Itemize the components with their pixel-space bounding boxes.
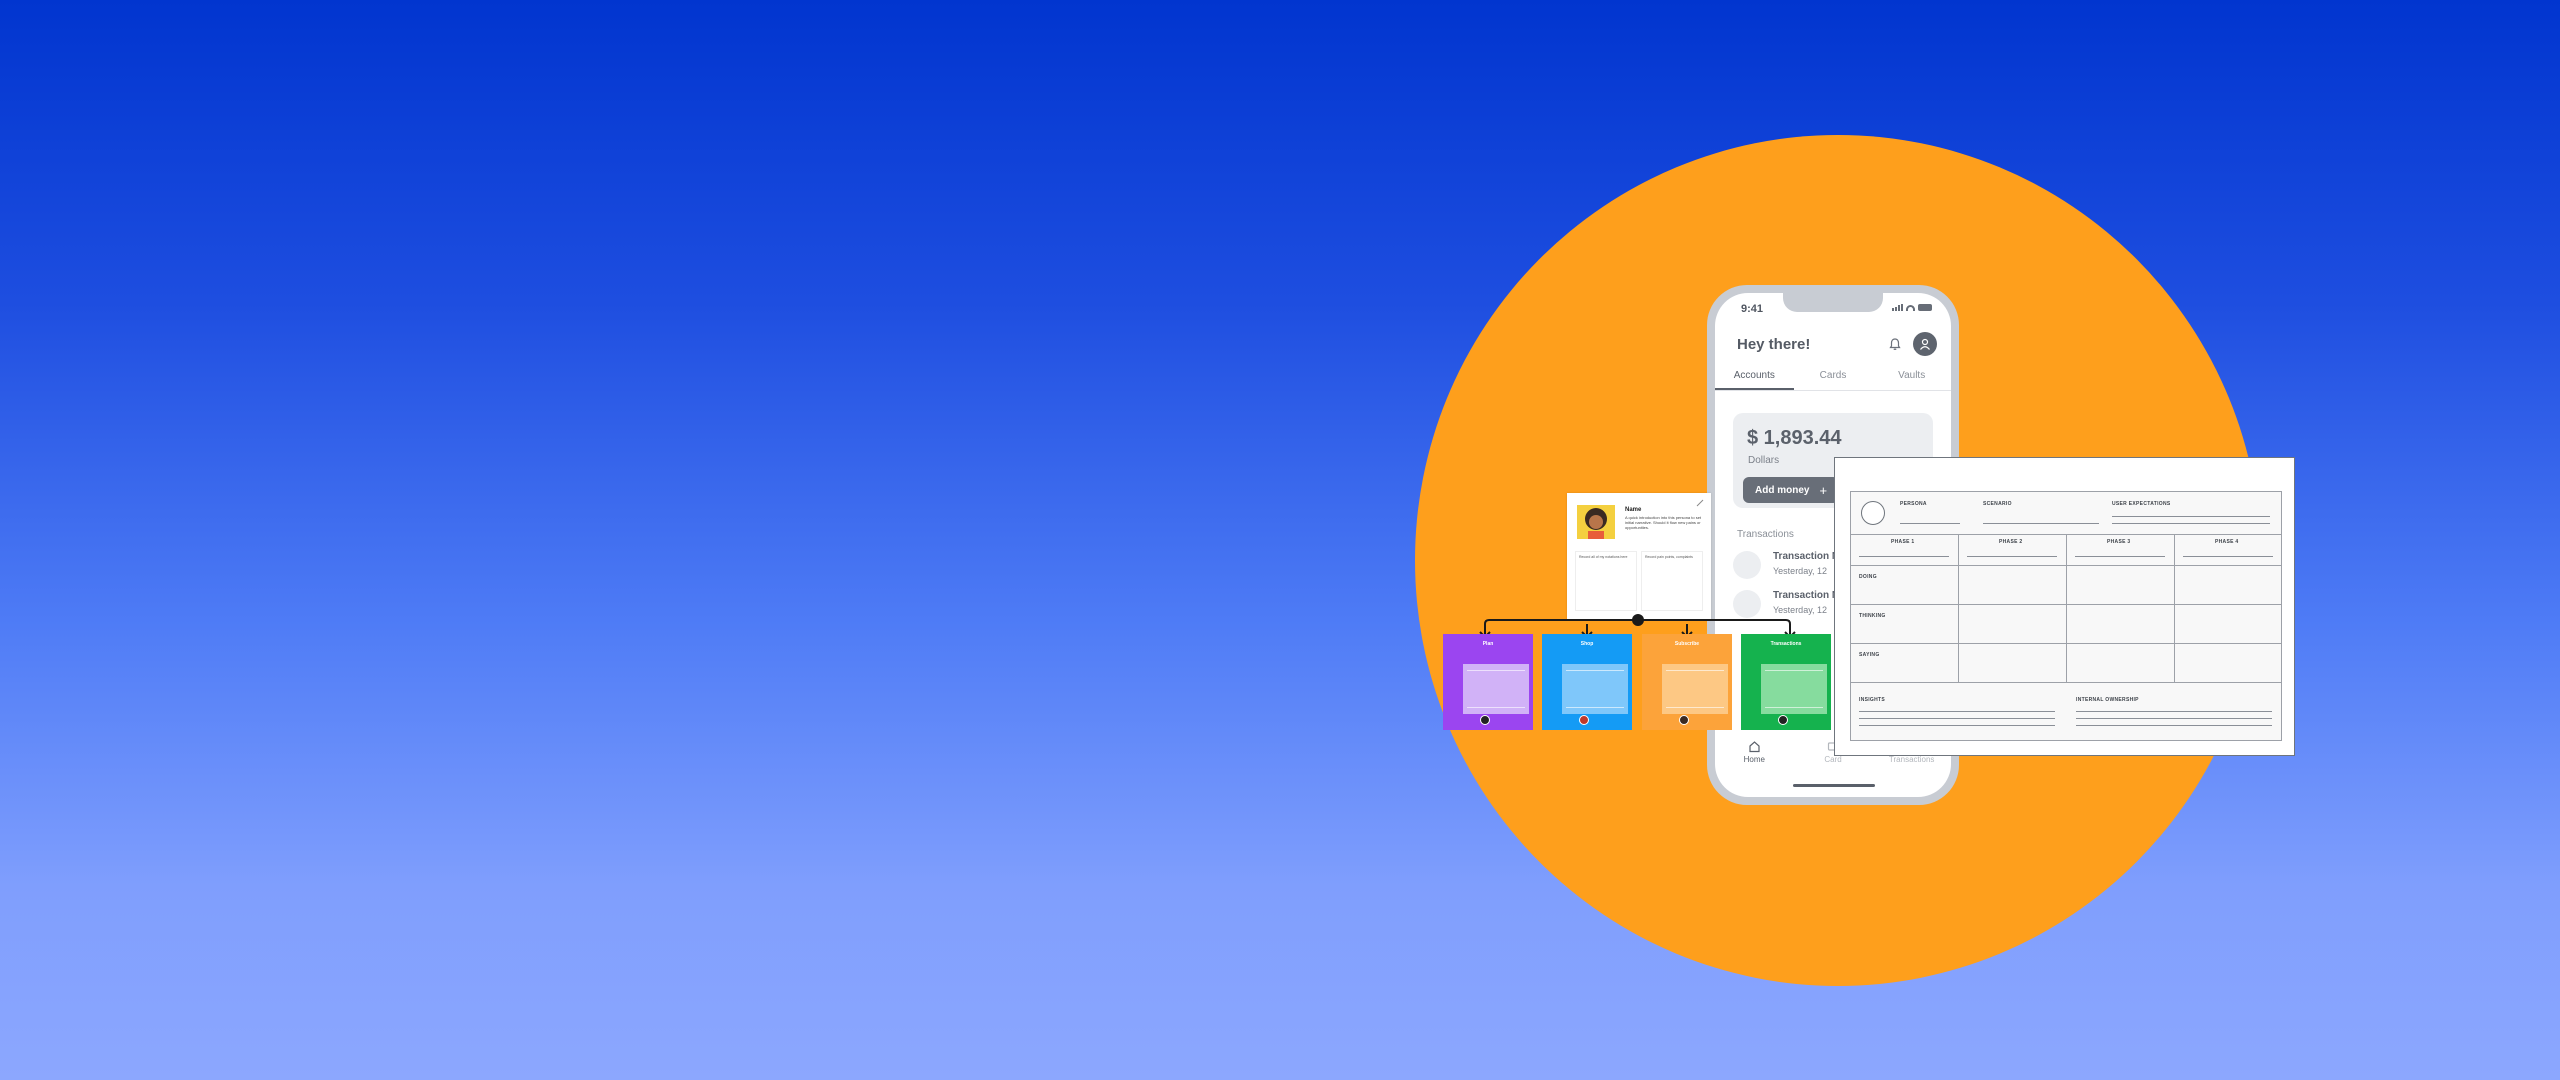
persona-line: [1900, 523, 1960, 524]
battery-icon: [1918, 304, 1932, 311]
ownership-line: [2076, 711, 2272, 712]
grid-line: [2066, 534, 2067, 682]
journey-card-plan: Plan: [1443, 634, 1533, 730]
phase-line: [1967, 556, 2057, 557]
insights-line: [1859, 718, 2055, 719]
journey-card-avatar: [1579, 715, 1589, 725]
journey-card-content: [1562, 664, 1628, 714]
persona-notes-box: Record all of my notations here: [1575, 551, 1637, 611]
journey-card-grid: [1566, 670, 1624, 708]
balance-currency: Dollars: [1748, 455, 1780, 466]
ownership-line: [2076, 725, 2272, 726]
signal-icon: [1892, 304, 1903, 311]
internal-ownership-heading: INTERNAL OWNERSHIP: [2076, 697, 2139, 703]
persona-pain-box: Record pain points, complaints: [1641, 551, 1703, 611]
insights-line: [1859, 711, 2055, 712]
status-icons: [1892, 304, 1932, 311]
phase-3-heading: PHASE 3: [2107, 539, 2131, 545]
insights-line: [1859, 725, 2055, 726]
journey-card-grid: [1467, 670, 1525, 708]
greeting-title: Hey there!: [1737, 336, 1811, 353]
phase-4-heading: PHASE 4: [2215, 539, 2239, 545]
tab-accounts[interactable]: Accounts: [1715, 365, 1794, 390]
nav-card-label: Card: [1824, 755, 1842, 764]
wifi-icon: [1906, 304, 1915, 311]
nav-transactions-label: Transactions: [1888, 755, 1935, 764]
add-money-button[interactable]: Add money +: [1743, 477, 1839, 503]
persona-heading: PERSONA: [1900, 501, 1927, 507]
persona-name: Name: [1625, 507, 1642, 513]
journey-card-title: Plan: [1482, 641, 1494, 647]
grid-line: [2174, 534, 2175, 682]
transactions-heading: Transactions: [1737, 529, 1794, 540]
journey-card-avatar: [1778, 715, 1788, 725]
saying-heading: SAYING: [1859, 652, 1880, 658]
plus-icon: +: [1819, 482, 1828, 498]
scenario-heading: SCENARIO: [1983, 501, 2012, 507]
expectations-line: [2112, 516, 2270, 517]
insights-heading: INSIGHTS: [1859, 697, 1886, 703]
phase-2-heading: PHASE 2: [1999, 539, 2023, 545]
thinking-heading: THINKING: [1859, 613, 1886, 619]
balance-amount: $ 1,893.44: [1747, 427, 1842, 449]
journey-card-title: Transactions: [1770, 641, 1802, 647]
account-tabs: Accounts Cards Vaults: [1715, 365, 1951, 391]
tab-vaults[interactable]: Vaults: [1872, 365, 1951, 390]
nav-home[interactable]: Home: [1715, 740, 1794, 780]
persona-description: A quick introduction into this persona t…: [1625, 515, 1702, 530]
transaction-icon: [1733, 551, 1761, 579]
persona-portrait: [1577, 505, 1615, 539]
phone-notch: [1783, 293, 1883, 312]
tab-cards[interactable]: Cards: [1794, 365, 1873, 390]
journey-card-content: [1463, 664, 1529, 714]
phase-line: [1859, 556, 1949, 557]
journey-card-title: Shop: [1580, 641, 1594, 647]
journey-card-shop: Shop: [1542, 634, 1632, 730]
persona-circle: [1861, 501, 1885, 525]
add-money-label: Add money: [1755, 484, 1810, 496]
journey-card-avatar: [1480, 715, 1490, 725]
profile-avatar-icon[interactable]: [1913, 332, 1937, 356]
grid-line: [1958, 534, 1959, 682]
journey-card-avatar: [1679, 715, 1689, 725]
status-time: 9:41: [1741, 303, 1764, 315]
journey-card-subscribe: Subscribe: [1642, 634, 1732, 730]
grid-line: [1851, 682, 2281, 683]
scenario-line: [1983, 523, 2099, 524]
edit-icon: [1696, 499, 1704, 507]
transaction-name: Transaction N: [1773, 590, 1840, 601]
expectations-line: [2112, 523, 2270, 524]
nav-home-label: Home: [1743, 755, 1765, 764]
journey-card-transactions: Transactions: [1741, 634, 1831, 730]
bell-icon[interactable]: [1888, 337, 1902, 351]
home-icon: [1749, 741, 1760, 753]
doing-heading: DOING: [1859, 574, 1877, 580]
journey-card-title: Subscribe: [1674, 641, 1700, 647]
user-expectations-heading: USER EXPECTATIONS: [2112, 501, 2171, 507]
transaction-name: Transaction N: [1773, 551, 1840, 562]
persona-card: Name A quick introduction into this pers…: [1567, 493, 1711, 619]
journey-map-frame: PERSONA SCENARIO USER EXPECTATIONS PHASE…: [1850, 491, 2282, 741]
phase-line: [2075, 556, 2165, 557]
ownership-line: [2076, 718, 2272, 719]
journey-map-document: PERSONA SCENARIO USER EXPECTATIONS PHASE…: [1834, 457, 2295, 756]
home-indicator: [1793, 784, 1875, 787]
phase-line: [2183, 556, 2273, 557]
journey-card-grid: [1765, 670, 1823, 708]
journey-card-content: [1761, 664, 1827, 714]
transaction-date: Yesterday, 12: [1773, 566, 1828, 576]
journey-card-grid: [1666, 670, 1724, 708]
journey-card-content: [1662, 664, 1728, 714]
phase-1-heading: PHASE 1: [1891, 539, 1915, 545]
